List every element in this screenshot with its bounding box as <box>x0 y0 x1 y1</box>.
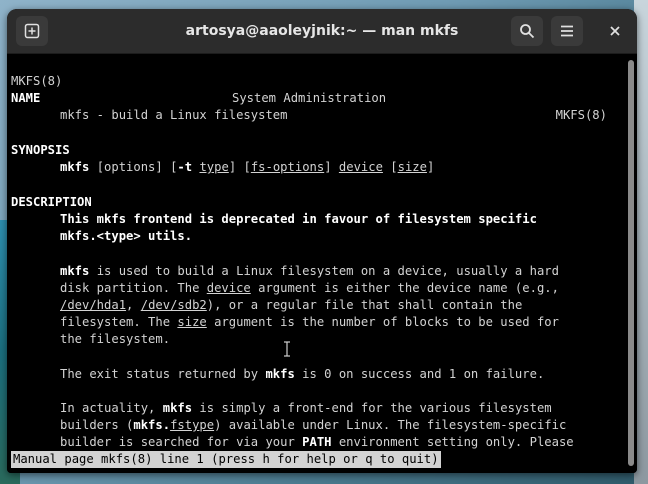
man-header-left: MKFS(8) <box>11 74 63 88</box>
synopsis-device: device <box>338 160 383 174</box>
text-cursor-icon <box>283 341 291 357</box>
synopsis-flag-t: -t <box>177 160 193 174</box>
terminal-view[interactable]: MKFS(8) System Administration MKFS(8) NA… <box>7 54 625 473</box>
close-button[interactable] <box>602 18 628 44</box>
terminal-window: artosya@aaoleyjnik:~ — man mkfs MKFS(8) … <box>7 9 637 473</box>
synopsis-type: type <box>199 160 229 174</box>
section-heading-synopsis: SYNOPSIS <box>11 143 70 157</box>
section-heading-name: NAME <box>11 91 41 105</box>
synopsis-fs-options: fs-options <box>250 160 325 174</box>
vertical-scrollbar[interactable] <box>625 54 637 473</box>
paragraph-3-line-1: In actuality, mkfs is simply a front-end… <box>60 401 552 415</box>
hamburger-menu-icon <box>559 23 575 39</box>
search-button[interactable] <box>511 16 543 46</box>
paragraph-3-line-3: builder is searched for via your PATH en… <box>60 435 574 449</box>
close-icon <box>609 22 621 41</box>
man-header-right: MKFS(8) <box>555 108 607 122</box>
scrollbar-thumb[interactable] <box>628 60 634 466</box>
man-header-center: System Administration <box>232 91 387 105</box>
synopsis-line: mkfs [options] [-t type] [fs-options] de… <box>60 160 435 174</box>
paragraph-1-line-3: /dev/hda1, /dev/sdb2), or a regular file… <box>60 298 523 312</box>
synopsis-command: mkfs <box>60 160 90 174</box>
paragraph-1-line-2: disk partition. The device argument is e… <box>60 281 559 295</box>
paragraph-3-line-2: builders (mkfs.fstype) available under L… <box>60 418 567 432</box>
menu-button[interactable] <box>551 16 583 46</box>
name-text: mkfs - build a Linux filesystem <box>60 108 288 122</box>
description-deprecation-line-1: This mkfs frontend is deprecated in favo… <box>60 212 537 226</box>
paragraph-1-line-5: the filesystem. <box>60 332 171 346</box>
title-bar[interactable]: artosya@aaoleyjnik:~ — man mkfs <box>7 9 637 54</box>
paragraph-1-line-4: filesystem. The size argument is the num… <box>60 315 559 329</box>
section-heading-description: DESCRIPTION <box>11 195 92 209</box>
man-header: MKFS(8) System Administration MKFS(8) <box>11 56 607 122</box>
pager-status-line: Manual page mkfs(8) line 1 (press h for … <box>11 451 441 468</box>
paragraph-2: The exit status returned by mkfs is 0 on… <box>60 367 545 381</box>
description-deprecation-line-2: mkfs.<type> utils. <box>60 229 193 243</box>
paragraph-1-line-1: mkfs is used to build a Linux filesystem… <box>60 264 559 278</box>
synopsis-size: size <box>397 160 427 174</box>
search-icon <box>519 23 535 39</box>
